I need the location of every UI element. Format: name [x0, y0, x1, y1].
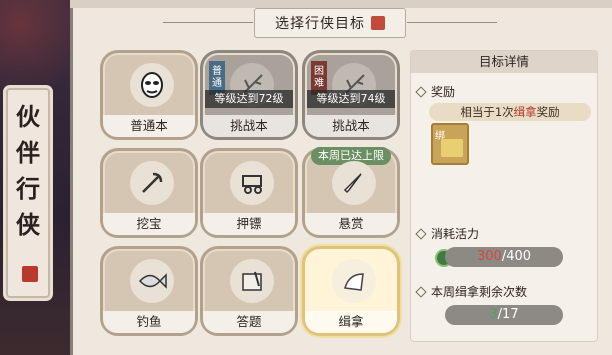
cart-icon	[230, 161, 274, 205]
tile-label: 挖宝	[103, 213, 195, 235]
reward-description: 相当于1次缉拿奖励	[429, 103, 591, 121]
activity-tile-treasure[interactable]: 挖宝	[100, 148, 198, 238]
page-title: 选择行侠目标	[275, 16, 365, 32]
tile-label: 悬赏	[305, 213, 397, 235]
activity-tile-normal-dungeon[interactable]: 普通本	[100, 50, 198, 140]
tile-label: 答题	[203, 311, 295, 333]
banner-char: 伴	[16, 138, 40, 167]
reward-text-prefix: 相当于1次	[460, 105, 514, 119]
reward-text-suffix: 奖励	[536, 105, 560, 119]
remaining-label: 本周缉拿剩余次数	[431, 285, 528, 299]
detail-title: 目标详情	[411, 51, 597, 73]
tag-char: 普	[212, 66, 222, 77]
lock-requirement: 等级达到72级	[205, 90, 293, 108]
pickaxe-icon	[130, 161, 174, 205]
remaining-current: 3	[489, 307, 498, 322]
seal-icon	[371, 16, 385, 30]
activity-tile-challenge-normal[interactable]: 普 通 等级达到72级 挑战本	[200, 50, 298, 140]
remaining-count-bar: 3/17	[445, 305, 563, 325]
seal-icon	[22, 266, 38, 282]
lock-requirement: 等级达到74级	[307, 90, 395, 108]
detail-panel: 目标详情 奖励 相当于1次缉拿奖励 绑 消耗活力 300/400 本周缉拿剩余次…	[410, 50, 598, 342]
energy-cost-bar: 300/400	[445, 247, 563, 267]
panel-top-border	[70, 0, 612, 8]
scroll-icon	[230, 259, 274, 303]
tag-char: 通	[212, 78, 222, 89]
activity-tile-arrest[interactable]: 缉拿	[302, 246, 400, 336]
tile-label: 普通本	[103, 115, 195, 137]
chest-icon	[441, 139, 463, 157]
remaining-section-label: 本周缉拿剩余次数	[415, 283, 528, 300]
dagger-icon	[332, 161, 376, 205]
diamond-bullet-icon	[415, 228, 427, 240]
energy-total: /400	[501, 249, 532, 264]
banner-char: 行	[16, 174, 40, 203]
tag-char: 难	[314, 78, 324, 89]
tile-label: 钓鱼	[103, 311, 195, 333]
tile-label: 挑战本	[305, 115, 397, 137]
title-bar: 选择行侠目标	[163, 8, 497, 38]
activity-tile-escort[interactable]: 押镖	[200, 148, 298, 238]
diamond-bullet-icon	[415, 86, 427, 98]
activity-tile-bounty[interactable]: 本周已达上限 悬赏	[302, 147, 400, 238]
activity-tile-fishing[interactable]: 钓鱼	[100, 246, 198, 336]
banner-char: 侠	[16, 210, 40, 239]
tile-label: 押镖	[203, 213, 295, 235]
activity-tile-challenge-hard[interactable]: 困 难 等级达到74级 挑战本	[302, 50, 400, 140]
mask-icon	[130, 63, 174, 107]
energy-label: 消耗活力	[431, 227, 480, 241]
energy-current: 300	[476, 249, 502, 264]
tag-char: 困	[314, 66, 324, 77]
activity-tile-quiz[interactable]: 答题	[200, 246, 298, 336]
banner-char: 伙	[16, 102, 40, 131]
diamond-bullet-icon	[415, 286, 427, 298]
tile-label: 缉拿	[305, 311, 397, 333]
paper-icon	[332, 259, 376, 303]
energy-section-label: 消耗活力	[415, 225, 480, 242]
reward-text-highlight: 缉拿	[513, 105, 537, 119]
remaining-total: /17	[497, 307, 519, 322]
reward-item-chest[interactable]: 绑	[431, 123, 469, 165]
tile-label: 挑战本	[203, 115, 295, 137]
reward-section-label: 奖励	[415, 83, 456, 100]
fish-icon	[130, 259, 174, 303]
side-banner: 伙 伴 行 侠	[6, 88, 50, 298]
reward-label: 奖励	[431, 85, 456, 99]
